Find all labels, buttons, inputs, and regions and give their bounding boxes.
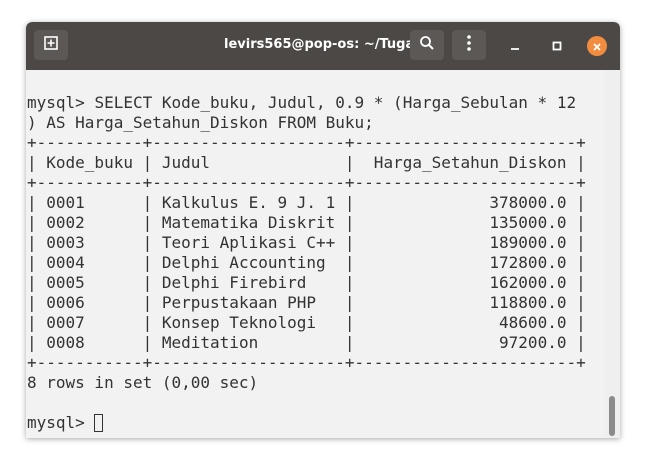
table-row: | 0004 | Delphi Accounting | 172800.0 | <box>27 253 586 272</box>
table-cell-col-3: 118800.0 <box>364 293 567 312</box>
table-body: | 0001 | Kalkulus E. 9 J. 1 | 378000.0 |… <box>27 193 586 352</box>
maximize-button[interactable] <box>546 35 568 57</box>
table-cell-col-1: 0007 <box>46 313 133 332</box>
table-cell-col-1: 0003 <box>46 233 133 252</box>
table-cell-col-1: 0002 <box>46 213 133 232</box>
table-cell-col-1: 0001 <box>46 193 133 212</box>
table-cell-col-3: 378000.0 <box>364 193 567 212</box>
close-icon <box>592 37 602 56</box>
maximize-icon <box>551 37 563 56</box>
close-button[interactable] <box>586 35 608 57</box>
table-border-top: +-----------+--------------------+------… <box>27 133 586 152</box>
table-row: | 0003 | Teori Aplikasi C++ | 189000.0 | <box>27 233 586 252</box>
minimize-icon <box>509 37 521 56</box>
prompt: mysql> <box>27 93 95 112</box>
table-header-col-2: Judul <box>161 153 336 172</box>
table-cell-col-2: Kalkulus E. 9 J. 1 <box>161 193 336 212</box>
table-cell-col-2: Delphi Accounting <box>161 253 336 272</box>
table-cell-col-1: 0008 <box>46 333 133 352</box>
table-cell-col-2: Teori Aplikasi C++ <box>161 233 336 252</box>
table-border-bottom: +-----------+--------------------+------… <box>27 353 586 372</box>
terminal-text: mysql> SELECT Kode_buku, Judul, 0.9 * (H… <box>27 93 586 433</box>
kebab-menu-icon <box>466 34 472 56</box>
terminal-window: levirs565@pop-os: ~/Tugas mysql> SELECT … <box>26 22 620 438</box>
terminal-output[interactable]: mysql> SELECT Kode_buku, Judul, 0.9 * (H… <box>26 70 604 438</box>
table-row: | 0007 | Konsep Teknologi | 48600.0 | <box>27 313 586 332</box>
table-header-col-3: Harga_Setahun_Diskon <box>364 153 567 172</box>
table-cell-col-2: Meditation <box>161 333 336 352</box>
table-cell-col-3: 189000.0 <box>364 233 567 252</box>
minimize-button[interactable] <box>504 35 526 57</box>
sql-command-line-2: ) AS Harga_Setahun_Diskon FROM Buku; <box>27 113 374 132</box>
table-cell-col-3: 135000.0 <box>364 213 567 232</box>
menu-button[interactable] <box>452 30 486 60</box>
table-row: | 0006 | Perpustakaan PHP | 118800.0 | <box>27 293 586 312</box>
result-summary: 8 rows in set (0,00 sec) <box>27 373 259 392</box>
table-row: | 0005 | Delphi Firebird | 162000.0 | <box>27 273 586 292</box>
final-prompt: mysql> <box>27 413 95 432</box>
table-border-mid: +-----------+--------------------+------… <box>27 173 586 192</box>
table-cell-col-3: 172800.0 <box>364 253 567 272</box>
table-cell-col-2: Delphi Firebird <box>161 273 336 292</box>
table-cell-col-3: 162000.0 <box>364 273 567 292</box>
table-cell-col-1: 0005 <box>46 273 133 292</box>
text-cursor <box>94 414 104 432</box>
window-title: levirs565@pop-os: ~/Tugas <box>224 37 422 52</box>
table-cell-col-1: 0004 <box>46 253 133 272</box>
sql-command-line-1: SELECT Kode_buku, Judul, 0.9 * (Harga_Se… <box>94 93 577 112</box>
table-cell-col-2: Perpustakaan PHP <box>161 293 336 312</box>
table-header-col-1: Kode_buku <box>46 153 133 172</box>
table-cell-col-3: 48600.0 <box>364 313 567 332</box>
table-cell-col-2: Matematika Diskrit <box>161 213 336 232</box>
scrollbar[interactable] <box>604 70 620 438</box>
table-cell-col-1: 0006 <box>46 293 133 312</box>
table-header-row: | Kode_buku | Judul | Harga_Setahun_Disk… <box>27 153 586 172</box>
table-row: | 0001 | Kalkulus E. 9 J. 1 | 378000.0 | <box>27 193 586 212</box>
table-row: | 0008 | Meditation | 97200.0 | <box>27 333 586 352</box>
table-cell-col-2: Konsep Teknologi <box>161 313 336 332</box>
search-button[interactable] <box>410 30 444 60</box>
table-cell-col-3: 97200.0 <box>364 333 567 352</box>
table-row: | 0002 | Matematika Diskrit | 135000.0 | <box>27 213 586 232</box>
title-bar: levirs565@pop-os: ~/Tugas <box>26 22 620 70</box>
scrollbar-thumb[interactable] <box>609 396 615 436</box>
search-icon <box>419 35 435 55</box>
